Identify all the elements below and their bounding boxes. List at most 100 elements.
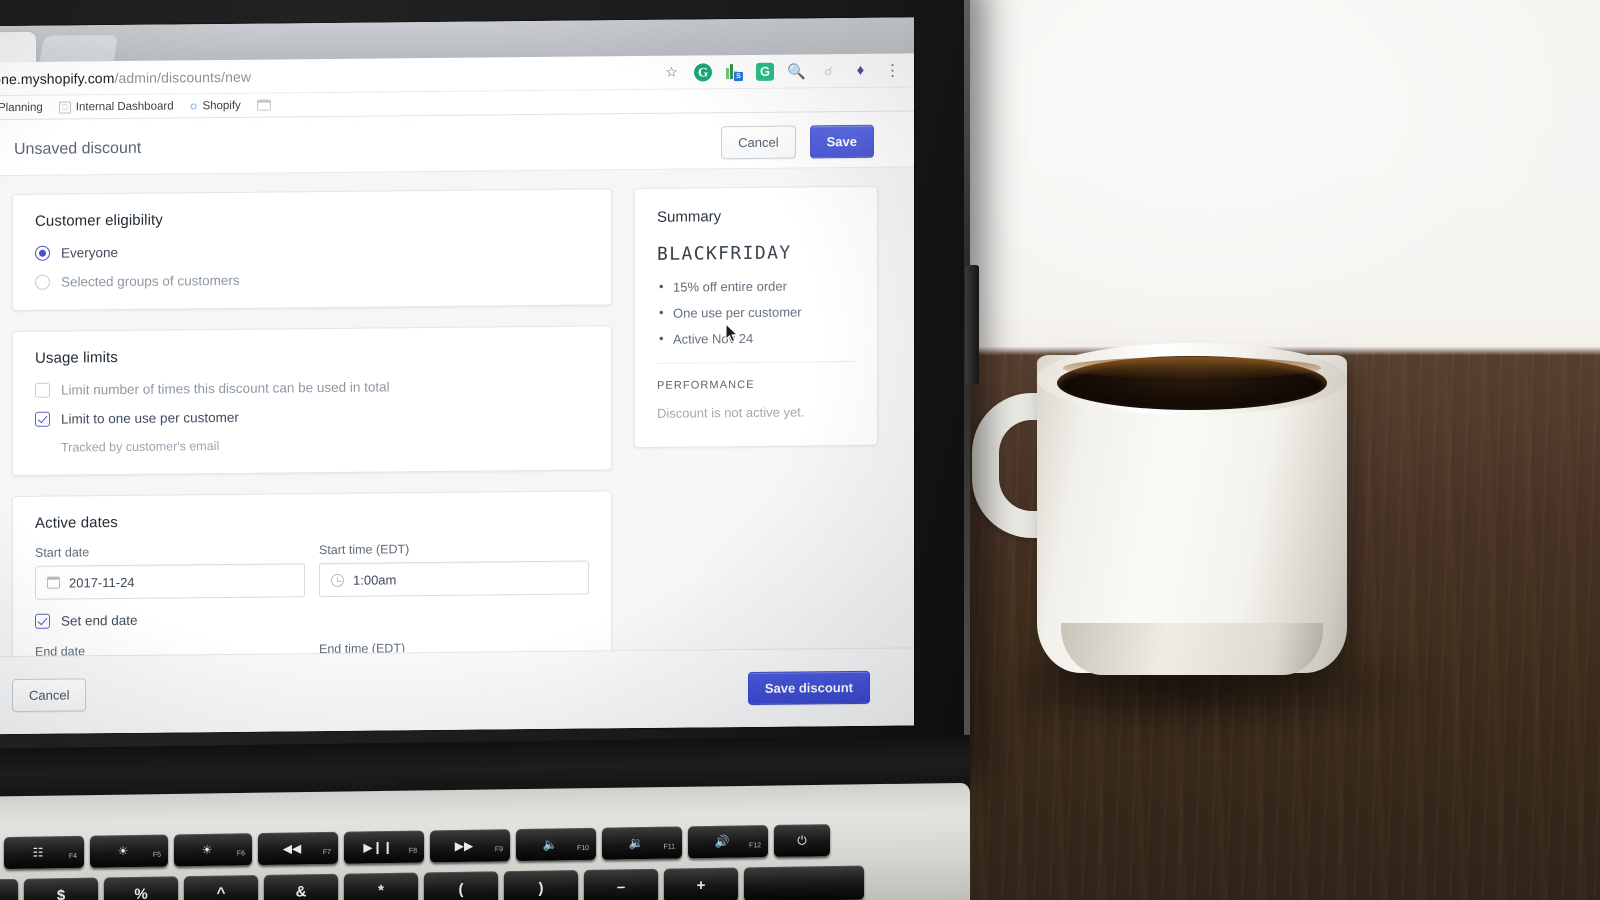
checkbox-icon-checked[interactable] xyxy=(35,411,50,427)
bookmark-shopify[interactable]: ○ Shopify xyxy=(190,98,241,113)
search-magnifier-icon[interactable]: 🔍 xyxy=(787,61,806,80)
analytics-bars-icon[interactable]: S xyxy=(725,63,743,81)
key-6[interactable]: ^ xyxy=(184,875,258,900)
key-4[interactable]: $ xyxy=(24,877,98,900)
checkbox-icon-checked[interactable] xyxy=(35,613,50,629)
key-f7[interactable]: ◀◀ F7 xyxy=(258,831,338,866)
start-date-input[interactable]: 2017-11-24 xyxy=(35,563,305,600)
photo-scene: s × -one-one.myshopify.com/admin/discoun… xyxy=(0,0,1600,900)
radio-everyone[interactable]: Everyone xyxy=(35,241,589,261)
key-glyph: % xyxy=(134,885,148,900)
keyboard-dim-icon: ☀ xyxy=(117,844,129,859)
bookmark-folder[interactable] xyxy=(256,99,271,111)
cancel-button-footer[interactable]: Cancel xyxy=(12,678,87,713)
customer-eligibility-card: Customer eligibility Everyone Selected g… xyxy=(12,188,612,312)
save-button-top[interactable]: Save xyxy=(809,124,874,159)
volume-up-icon: 🔊 xyxy=(714,834,730,849)
key-7[interactable]: & xyxy=(264,873,338,900)
list-item: One use per customer xyxy=(657,304,855,321)
key-f9[interactable]: ▶▶ F9 xyxy=(430,829,510,863)
key-glyph: ^ xyxy=(216,884,226,900)
checkbox-limit-total[interactable]: Limit number of times this discount can … xyxy=(35,378,589,398)
set-end-date-label: Set end date xyxy=(61,612,138,629)
key-delete[interactable] xyxy=(744,865,864,900)
checkbox-one-use-per-customer[interactable]: Limit to one use per customer xyxy=(35,407,589,427)
key-minus[interactable]: – xyxy=(584,868,658,900)
bookmark-label: Shopify xyxy=(202,99,241,112)
save-discount-button[interactable]: Save discount xyxy=(747,670,870,705)
wall-highlight xyxy=(950,0,1600,360)
fast-forward-icon: ▶▶ xyxy=(454,838,474,854)
rewind-icon: ◀◀ xyxy=(282,841,302,856)
performance-label: PERFORMANCE xyxy=(657,378,755,392)
volume-down-icon: 🔉 xyxy=(628,836,644,851)
checkbox-set-end-date[interactable]: Set end date xyxy=(35,609,589,629)
bookmark-internal-dashboard[interactable]: □ Internal Dashboard xyxy=(58,100,174,114)
bookmark-label: ShiftPlanning xyxy=(0,101,43,114)
coffee-crema xyxy=(1063,357,1321,379)
cancel-button-top[interactable]: Cancel xyxy=(721,125,796,160)
key-f12[interactable]: 🔊 F12 xyxy=(688,825,768,859)
shield-extension-icon[interactable]: ♦ xyxy=(851,61,870,80)
laptop-hinge xyxy=(965,265,979,385)
chrome-menu-icon[interactable]: ⋮ xyxy=(883,60,902,79)
new-tab-button[interactable] xyxy=(39,35,119,62)
bookmark-shiftplanning[interactable]: ● ShiftPlanning xyxy=(0,101,43,114)
folder-icon xyxy=(256,99,271,111)
page-action-bar: Unsaved discount Cancel Save xyxy=(0,115,914,177)
radio-icon[interactable] xyxy=(35,274,50,290)
radio-icon-selected[interactable] xyxy=(35,245,50,261)
grammarly-icon[interactable]: G xyxy=(694,62,712,81)
link-icon[interactable]: ☌ xyxy=(819,61,838,80)
radio-selected-groups[interactable]: Selected groups of customers xyxy=(35,270,589,290)
performance-note: Discount is not active yet. xyxy=(657,404,805,421)
key-glyph: * xyxy=(378,881,384,899)
number-key-row: # $ % ^ & * ( ) – + xyxy=(0,864,970,900)
summary-heading: Summary xyxy=(657,208,722,226)
key-f4[interactable]: ☷ F4 xyxy=(4,835,84,870)
key-plus[interactable]: + xyxy=(664,867,738,900)
key-8[interactable]: * xyxy=(344,872,418,900)
key-f11[interactable]: 🔉 F11 xyxy=(602,826,682,860)
power-icon: ⏻ xyxy=(797,833,807,848)
grammarly-green-icon[interactable]: G xyxy=(756,62,774,81)
key-label: F4 xyxy=(68,852,77,861)
laptop-screen: s × -one-one.myshopify.com/admin/discoun… xyxy=(0,17,914,735)
key-glyph: ( xyxy=(458,880,464,898)
key-f10[interactable]: 🔈 F10 xyxy=(516,827,596,862)
checkbox-icon[interactable] xyxy=(35,382,50,398)
start-date-value: 2017-11-24 xyxy=(69,574,135,590)
key-0[interactable]: ) xyxy=(504,870,578,900)
address-bar[interactable]: -one-one.myshopify.com/admin/discounts/n… xyxy=(0,64,652,87)
bookmark-star-icon[interactable]: ☆ xyxy=(662,63,681,82)
page-footer-bar: Cancel Save discount xyxy=(0,647,914,735)
discount-code: BLACKFRIDAY xyxy=(657,242,792,265)
key-label: F12 xyxy=(748,842,761,850)
lid-edge-highlight xyxy=(964,0,970,771)
summary-bullets: 15% off entire order One use per custome… xyxy=(657,278,855,347)
key-f5[interactable]: ☀ F5 xyxy=(90,834,168,868)
list-item: 15% off entire order xyxy=(657,278,855,295)
browser-tab[interactable]: s × xyxy=(0,31,36,63)
active-dates-title: Active dates xyxy=(35,514,118,532)
key-label: F11 xyxy=(663,843,675,851)
start-time-input[interactable]: 1:00am xyxy=(319,560,589,598)
keyboard-bright-icon: ☀ xyxy=(201,842,213,857)
key-5[interactable]: % xyxy=(104,876,178,900)
key-f6[interactable]: ☀ F6 xyxy=(174,833,252,867)
launchpad-icon: ☷ xyxy=(32,845,44,860)
key-9[interactable]: ( xyxy=(424,871,498,900)
divider xyxy=(657,360,855,364)
checkbox-label: Limit to one use per customer xyxy=(61,409,239,427)
key-3[interactable]: # xyxy=(0,878,18,900)
start-time-label: Start time (EDT) xyxy=(319,542,410,558)
customer-eligibility-title: Customer eligibility xyxy=(35,211,163,230)
key-glyph: $ xyxy=(56,886,66,900)
key-glyph: + xyxy=(696,876,706,894)
omnibox-icons: ☆ G S G 🔍 ☌ ♦ ⋮ xyxy=(662,60,906,81)
laptop-keyboard: ▤F3 ☷F4 ☀F5 ☀F6 ◀◀F7 ▶❙❙F8 ▶▶F9 🔈F10 🔉F1… xyxy=(0,814,970,900)
key-power[interactable]: ⏻ xyxy=(774,824,830,857)
key-glyph: ) xyxy=(538,879,544,897)
document-favicon: □ xyxy=(58,100,71,114)
key-f8[interactable]: ▶❙❙ F8 xyxy=(344,830,424,864)
